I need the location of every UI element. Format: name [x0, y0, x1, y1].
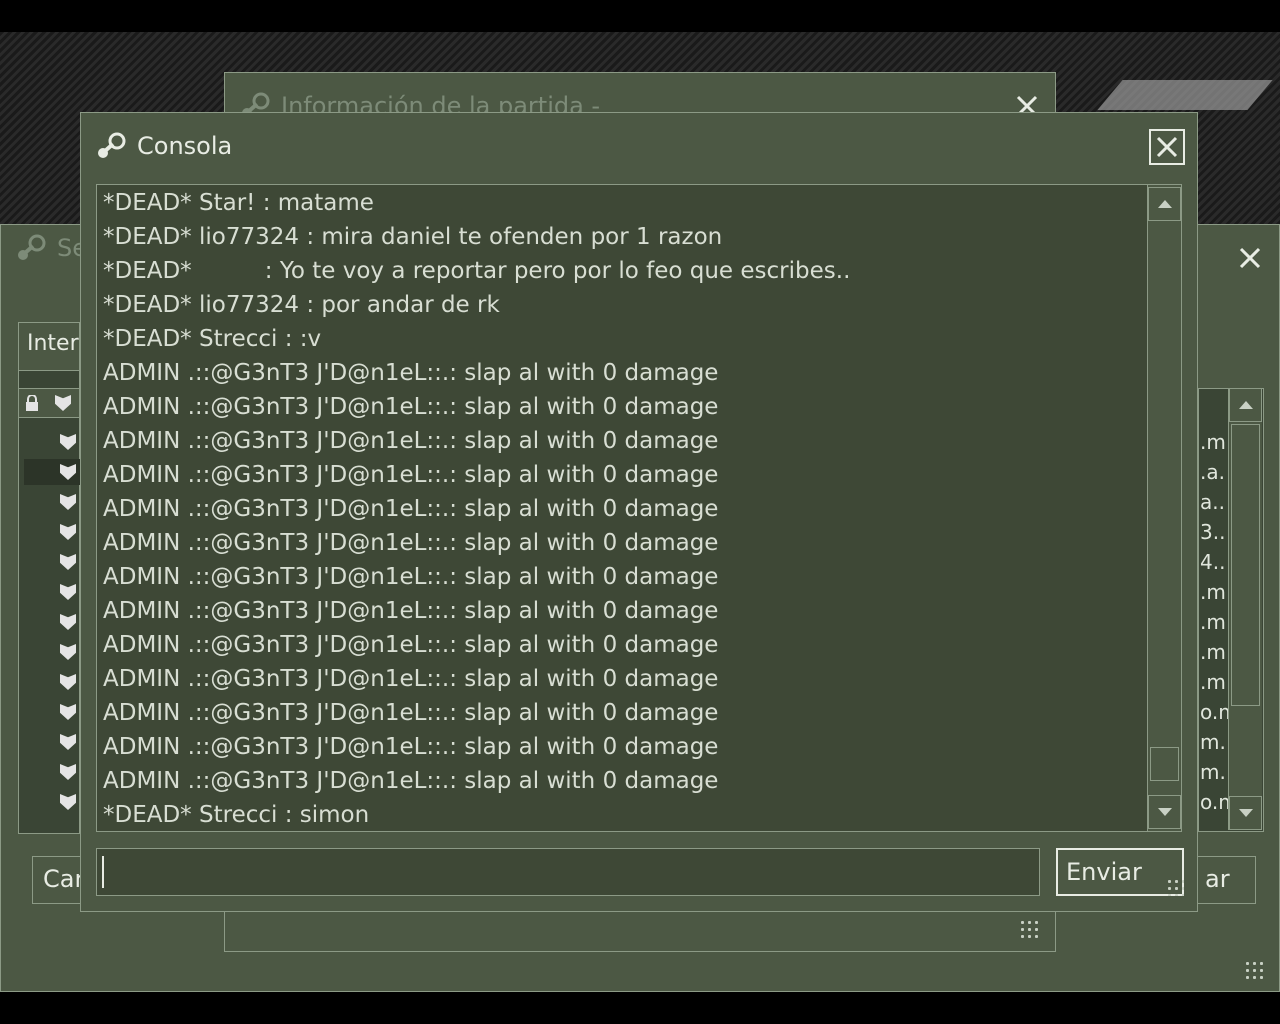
server-map-cell: .m [1200, 670, 1226, 694]
console-scroll-thumb[interactable] [1150, 747, 1179, 781]
server-map-cell: .m [1200, 640, 1226, 664]
tab-internet-label: Inter [27, 331, 79, 356]
arrow-down-icon [1238, 809, 1253, 817]
background-decoration [1097, 80, 1273, 110]
console-resize-grip[interactable] [1166, 878, 1184, 896]
server-map-cell: a.. [1200, 490, 1225, 514]
console-scroll-up-button[interactable] [1148, 187, 1181, 221]
server-map-cell: 3.. [1200, 520, 1226, 544]
steam-icon [18, 234, 46, 260]
console-window-title: Consola [95, 131, 232, 161]
console-log-line: *DEAD* : Yo te voy a reportar pero por l… [103, 258, 851, 284]
server-scroll-up-button[interactable] [1229, 388, 1262, 422]
server-map-cell: .m [1200, 610, 1226, 634]
server-map-cell: .m [1200, 580, 1226, 604]
close-icon [1239, 247, 1261, 269]
console-scroll-down-button[interactable] [1148, 795, 1181, 829]
server-list-scrollbar[interactable] [1228, 388, 1262, 830]
console-log-line: ADMIN .::@G3nT3 J'D@n1eL::.: slap al wit… [103, 700, 719, 726]
console-log-line: ADMIN .::@G3nT3 J'D@n1eL::.: slap al wit… [103, 496, 719, 522]
console-scrollbar[interactable] [1147, 185, 1181, 831]
server-map-cell: .a. [1200, 460, 1225, 484]
servers-resize-grip[interactable] [1244, 960, 1266, 982]
arrow-up-icon [1238, 401, 1253, 409]
steam-icon [98, 132, 126, 158]
server-map-cell: .m [1200, 430, 1226, 454]
servers-right-button-label: ar [1205, 865, 1230, 893]
shield-icon [55, 395, 71, 411]
game-info-resize-grip[interactable] [1019, 919, 1041, 941]
server-map-cell: m. [1200, 760, 1226, 784]
tab-internet[interactable]: Inter [18, 322, 80, 370]
console-log-line: *DEAD* Strecci : simon [103, 802, 370, 828]
console-command-input[interactable] [96, 848, 1040, 896]
console-log-line: *DEAD* Strecci : :v [103, 326, 322, 352]
console-log-line: *DEAD* lio77324 : por andar de rk [103, 292, 500, 318]
console-output[interactable]: *DEAD* Star! : matame *DEAD* lio77324 : m… [96, 184, 1182, 832]
server-map-cell: m. [1200, 730, 1226, 754]
console-log-line: ADMIN .::@G3nT3 J'D@n1eL::.: slap al wit… [103, 564, 719, 590]
console-log-line: ADMIN .::@G3nT3 J'D@n1eL::.: slap al wit… [103, 394, 719, 420]
console-log-line: ADMIN .::@G3nT3 J'D@n1eL::.: slap al wit… [103, 462, 719, 488]
send-button[interactable]: Enviar [1056, 848, 1184, 896]
servers-close-button[interactable] [1233, 241, 1267, 275]
console-log-line: *DEAD* Star! : matame [103, 190, 374, 216]
arrow-up-icon [1157, 200, 1172, 208]
servers-window-title: Se [15, 233, 87, 263]
server-scroll-thumb[interactable] [1231, 424, 1260, 706]
console-log-line: ADMIN .::@G3nT3 J'D@n1eL::.: slap al wit… [103, 768, 719, 794]
text-caret [102, 856, 104, 888]
close-icon [1156, 136, 1178, 158]
console-log-line: ADMIN .::@G3nT3 J'D@n1eL::.: slap al wit… [103, 666, 719, 692]
arrow-down-icon [1157, 808, 1172, 816]
lock-icon [26, 395, 38, 411]
console-log-line: ADMIN .::@G3nT3 J'D@n1eL::.: slap al wit… [103, 598, 719, 624]
servers-left-button-label: Car [43, 865, 85, 893]
console-log-line: ADMIN .::@G3nT3 J'D@n1eL::.: slap al wit… [103, 734, 719, 760]
server-map-cell: 4.. [1200, 550, 1226, 574]
console-log-line: ADMIN .::@G3nT3 J'D@n1eL::.: slap al wit… [103, 360, 719, 386]
console-title-text: Consola [137, 132, 233, 160]
server-list-header [18, 388, 80, 418]
console-log-line: ADMIN .::@G3nT3 J'D@n1eL::.: slap al wit… [103, 530, 719, 556]
server-scroll-down-button[interactable] [1229, 796, 1262, 830]
console-close-button[interactable] [1149, 129, 1185, 165]
console-log-line: ADMIN .::@G3nT3 J'D@n1eL::.: slap al wit… [103, 428, 719, 454]
console-log-line: *DEAD* lio77324 : mira daniel te ofenden… [103, 224, 723, 250]
console-log-line: ADMIN .::@G3nT3 J'D@n1eL::.: slap al wit… [103, 632, 719, 658]
